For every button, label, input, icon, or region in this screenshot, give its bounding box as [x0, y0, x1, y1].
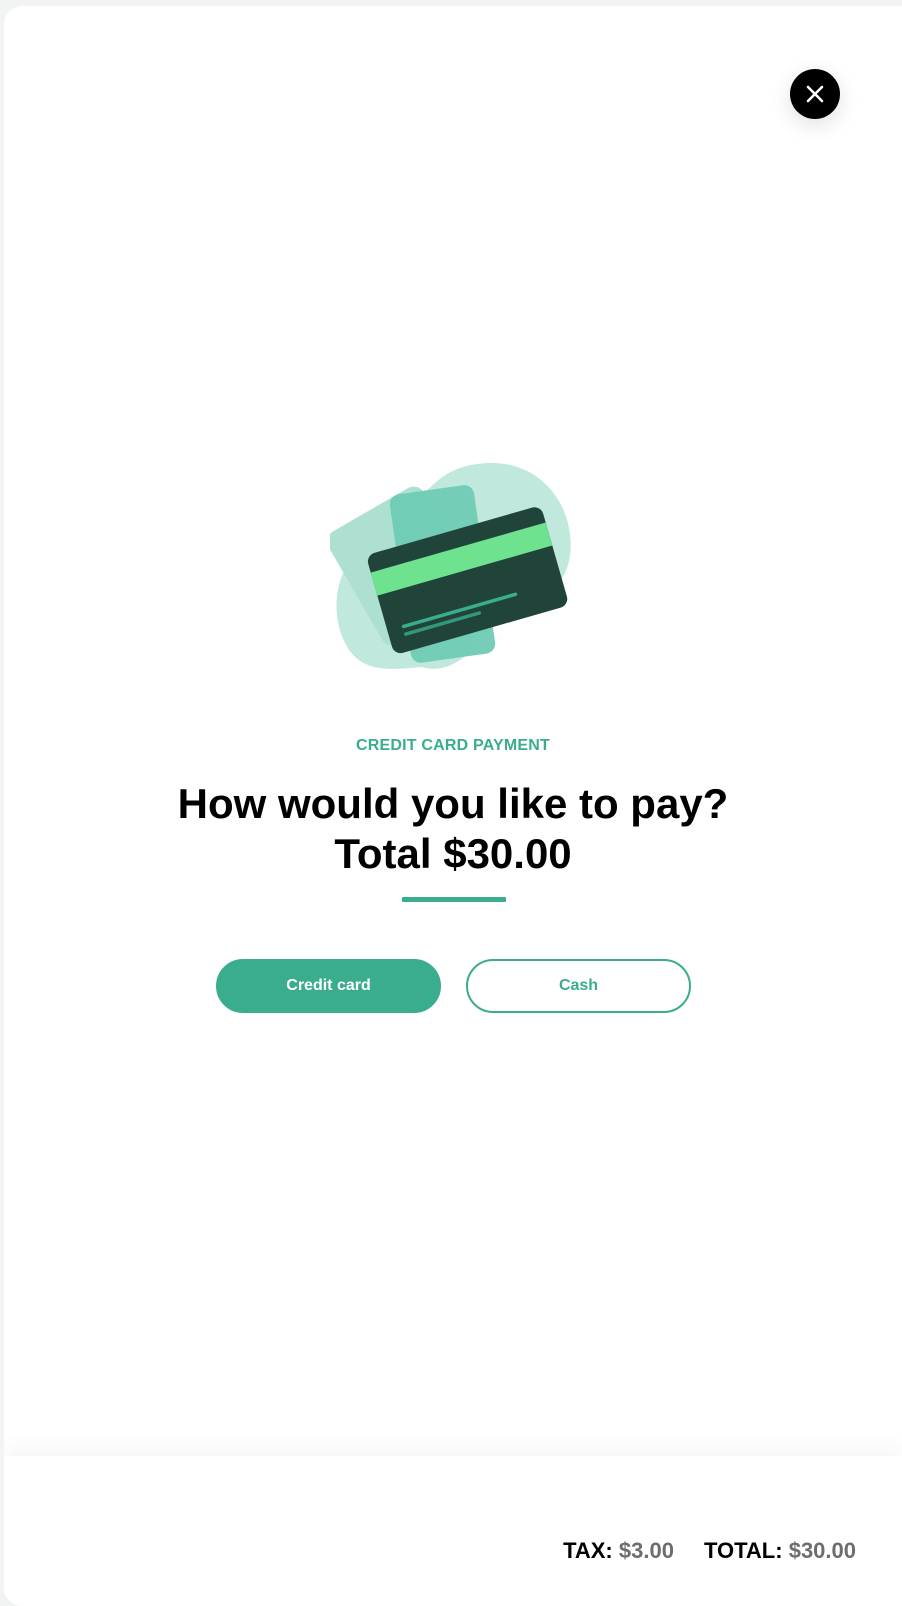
order-summary-footer: TAX: $3.00 TOTAL: $30.00	[4, 1456, 902, 1606]
cash-button[interactable]: Cash	[466, 959, 691, 1013]
credit-card-illustration	[327, 461, 580, 693]
tax-label: TAX:	[563, 1538, 613, 1563]
total-label: TOTAL:	[703, 1538, 783, 1563]
headline-total: Total $30.00	[334, 830, 572, 877]
payment-modal: CREDIT CARD PAYMENT How would you like t…	[4, 6, 902, 1606]
tax-value: $3.00	[618, 1538, 674, 1563]
close-button[interactable]	[790, 69, 840, 119]
payment-type-label: CREDIT CARD PAYMENT	[355, 737, 551, 754]
divider	[402, 897, 506, 902]
total-summary: TOTAL: $30.00	[704, 1538, 856, 1564]
order-summary: TAX: $3.00 TOTAL: $30.00	[563, 1538, 856, 1564]
headline-question: How would you like to pay?	[177, 780, 729, 827]
total-value: $30.00	[788, 1538, 856, 1563]
credit-card-icon	[327, 462, 571, 669]
credit-card-button[interactable]: Credit card	[216, 959, 441, 1013]
page-title: How would you like to pay? Total $30.00	[4, 779, 902, 879]
tax-summary: TAX: $3.00	[563, 1538, 674, 1564]
close-icon	[806, 85, 824, 103]
